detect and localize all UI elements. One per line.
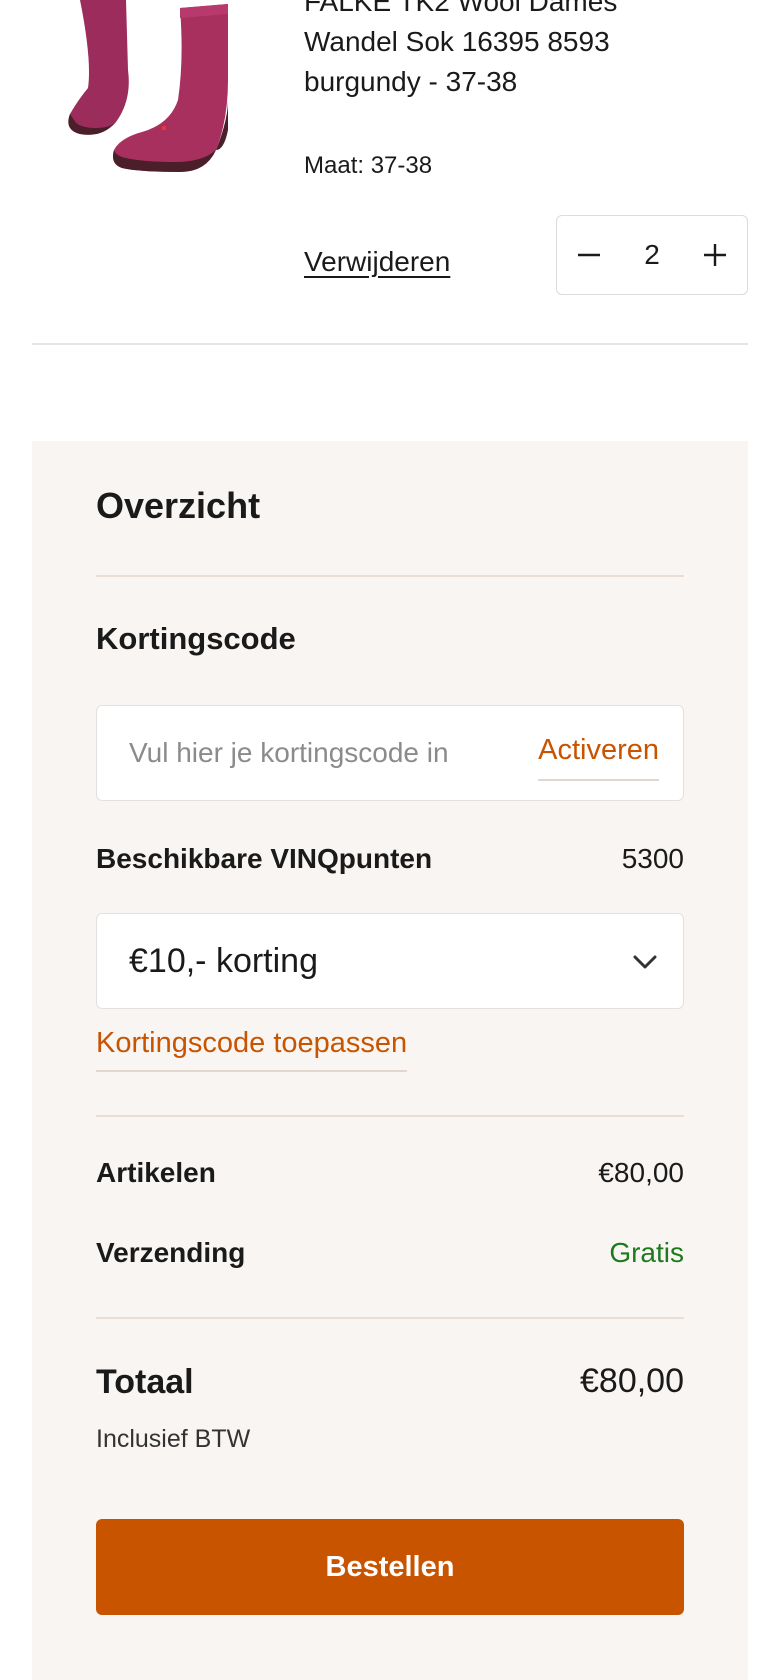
product-size: Maat: 37-38 <box>304 152 433 179</box>
quantity-stepper: 2 <box>556 215 748 295</box>
shipping-label: Verzending <box>96 1237 246 1268</box>
remove-item-link[interactable]: Verwijderen <box>304 244 450 280</box>
items-label: Artikelen <box>96 1157 216 1188</box>
points-discount-select[interactable]: €10,- korting <box>96 913 684 1009</box>
product-image[interactable] <box>52 0 252 182</box>
discount-code-input[interactable] <box>129 706 489 800</box>
total-label: Totaal <box>96 1363 194 1401</box>
points-value: 5300 <box>621 843 684 874</box>
increase-quantity-button[interactable] <box>683 216 747 294</box>
apply-discount-link[interactable]: Kortingscode toepassen <box>96 1027 408 1072</box>
summary-title: Overzicht <box>96 485 261 526</box>
activate-button[interactable]: Activeren <box>538 734 659 781</box>
select-value: €10,- korting <box>129 942 318 980</box>
product-title[interactable]: FALKE TK2 Wool Dames Wandel Sok 16395 85… <box>304 0 634 102</box>
shipping-value: Gratis <box>609 1237 684 1268</box>
divider <box>96 1317 684 1319</box>
quantity-value[interactable]: 2 <box>644 239 660 271</box>
plus-icon <box>703 244 726 266</box>
divider <box>96 575 684 577</box>
chevron-down-icon <box>633 955 657 969</box>
discount-code-field: Activeren <box>96 705 684 801</box>
vat-note: Inclusief BTW <box>96 1425 251 1453</box>
points-label: Beschikbare VINQpunten <box>96 843 433 874</box>
minus-icon <box>578 253 600 257</box>
order-summary-panel: Overzicht Kortingscode Activeren Beschik… <box>32 441 748 1680</box>
decrease-quantity-button[interactable] <box>557 216 621 294</box>
discount-section-title: Kortingscode <box>96 621 296 656</box>
divider <box>32 343 748 345</box>
divider <box>96 1115 684 1117</box>
order-button[interactable]: Bestellen <box>96 1519 684 1615</box>
cart-page: FALKE TK2 Wool Dames Wandel Sok 16395 85… <box>0 0 780 1680</box>
items-value: €80,00 <box>598 1157 684 1188</box>
sock-icon <box>68 0 228 172</box>
total-value: €80,00 <box>580 1362 684 1400</box>
